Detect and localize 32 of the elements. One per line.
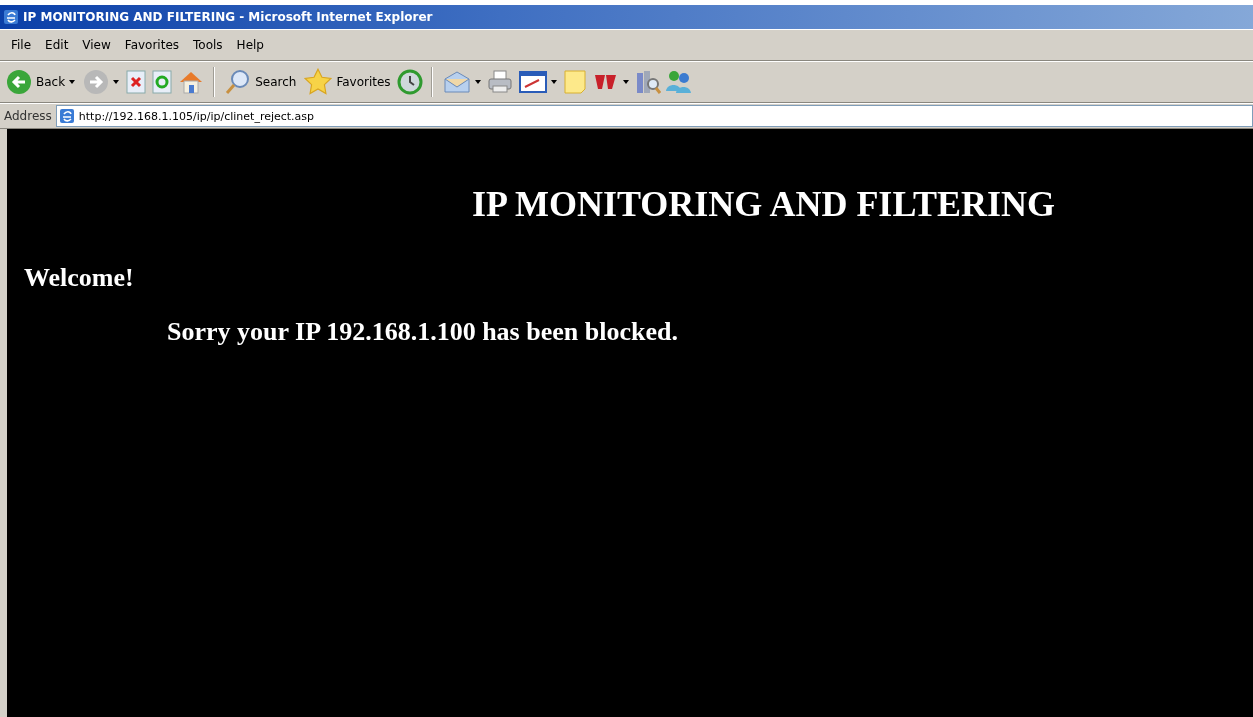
page-heading: IP MONITORING AND FILTERING	[472, 183, 1057, 225]
caret-icon[interactable]	[474, 80, 481, 84]
people-icon[interactable]	[664, 69, 693, 95]
edit-icon[interactable]	[518, 70, 547, 94]
window-title: IP MONITORING AND FILTERING - Microsoft Internet Explorer	[23, 10, 433, 24]
browser-icon	[3, 9, 19, 25]
browser-icon	[58, 108, 75, 124]
search-icon[interactable]	[225, 69, 252, 95]
menu-item[interactable]: Tools	[186, 38, 230, 52]
back-label[interactable]: Back	[36, 75, 66, 89]
caret-icon[interactable]	[622, 80, 629, 84]
research-icon[interactable]	[634, 69, 661, 95]
back-icon[interactable]	[6, 69, 32, 95]
menu-item[interactable]: Favorites	[117, 38, 187, 52]
search-label[interactable]: Search	[255, 75, 297, 89]
menu-item[interactable]: File	[4, 38, 39, 52]
blocked-message: Sorry your IP 192.168.1.100 has been blocked.	[167, 317, 679, 347]
menu-item[interactable]: Edit	[38, 38, 76, 52]
refresh-icon[interactable]	[151, 70, 174, 94]
caret-icon[interactable]	[113, 80, 120, 84]
menu-item[interactable]: View	[75, 38, 118, 52]
history-icon[interactable]	[396, 69, 423, 95]
welcome-text: Welcome!	[24, 263, 135, 293]
caret-icon[interactable]	[550, 80, 557, 84]
star-icon[interactable]	[304, 68, 333, 96]
menu-item[interactable]: Help	[229, 38, 271, 52]
address-label: Address	[4, 109, 52, 123]
printer-icon[interactable]	[486, 69, 513, 95]
favorites-label[interactable]: Favorites	[336, 75, 391, 89]
stop-icon[interactable]	[125, 70, 148, 94]
caret-icon[interactable]	[69, 80, 76, 84]
address-field[interactable]: http://192.168.1.105/ip/ip/clinet_reject.asp	[55, 105, 1253, 127]
